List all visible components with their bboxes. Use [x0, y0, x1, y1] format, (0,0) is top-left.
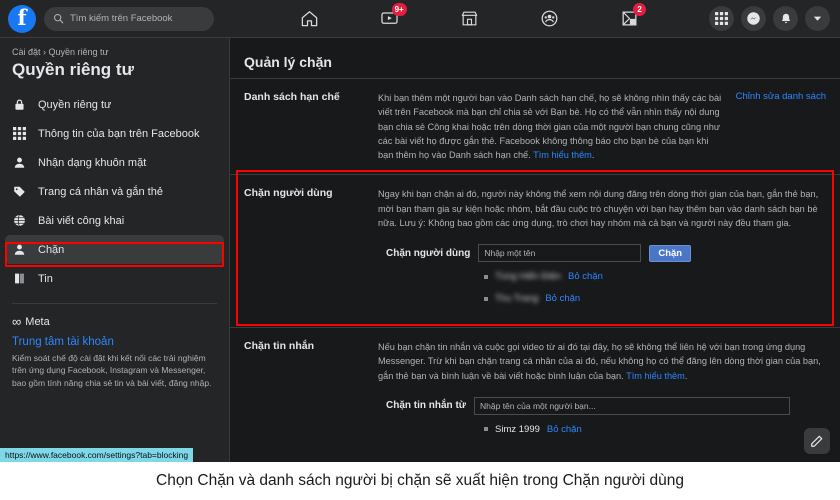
search-icon: [53, 13, 64, 24]
section-label: Danh sách hạn chế: [244, 91, 340, 103]
person-icon: [12, 155, 27, 170]
block-submit-button[interactable]: Chặn: [649, 244, 692, 262]
navbar-right-group: [709, 6, 840, 31]
meta-brand-label: Meta: [25, 315, 50, 328]
block-messages-form-label: Chặn tin nhắn từ: [386, 400, 467, 412]
account-center-description: Kiểm soát chế độ cài đặt khi kết nối các…: [12, 353, 212, 388]
edit-list-link[interactable]: Chỉnh sửa danh sách: [736, 91, 826, 162]
sidebar-item-privacy[interactable]: Quyền riêng tư: [0, 90, 229, 119]
settings-sidebar: Cài đặt › Quyền riêng tư Quyền riêng tư …: [0, 38, 230, 462]
account-center-link[interactable]: Trung tâm tài khoản: [0, 329, 229, 352]
section-description: Khi bạn thêm một người bạn vào Danh sách…: [378, 93, 722, 160]
section-body: Nếu bạn chặn tin nhắn và cuộc gọi video …: [378, 340, 826, 446]
blocked-user-name: Simz 1999: [495, 423, 540, 435]
bullet-icon: [484, 296, 488, 301]
facebook-top-navbar: f Tìm kiếm trên Facebook 9+ 2: [0, 0, 840, 38]
sidebar-item-profile-tagging[interactable]: Trang cá nhân và gắn thẻ: [0, 177, 229, 206]
bullet-icon: [484, 274, 488, 279]
meta-brand: ∞ Meta: [0, 314, 229, 329]
gaming-badge: 2: [633, 2, 647, 16]
browser-status-bar-url: https://www.facebook.com/settings?tab=bl…: [0, 448, 194, 462]
compose-icon[interactable]: [804, 428, 830, 454]
sidebar-item-label: Chặn: [38, 243, 65, 256]
globe-icon: [12, 213, 27, 228]
search-input[interactable]: Tìm kiếm trên Facebook: [44, 6, 214, 31]
sidebar-item-public-posts[interactable]: Bài viết công khai: [0, 206, 229, 235]
lock-icon: [12, 97, 27, 112]
sidebar-item-label: Tin: [38, 272, 53, 285]
sidebar-item-label: Thông tin của bạn trên Facebook: [38, 127, 200, 140]
section-block-users: Chặn người dùng Ngay khi bạn chặn ai đó,…: [230, 174, 840, 327]
unblock-link[interactable]: Bỏ chặn: [545, 293, 580, 304]
list-item: Tùng Hiển Điện Bỏ chặn: [484, 271, 826, 282]
sidebar-item-your-info[interactable]: Thông tin của bạn trên Facebook: [0, 119, 229, 148]
learn-more-link[interactable]: Tìm hiểu thêm: [533, 150, 592, 160]
section-header: Quản lý chặn: [244, 54, 332, 70]
unblock-link[interactable]: Bỏ chặn: [568, 271, 603, 282]
search-placeholder: Tìm kiếm trên Facebook: [70, 13, 173, 24]
block-user-input[interactable]: Nhập một tên: [478, 244, 642, 262]
home-icon[interactable]: [293, 5, 327, 33]
video-badge: 9+: [391, 2, 407, 16]
person-block-icon: [12, 242, 27, 257]
caption-text: Chọn Chặn và danh sách người bị chặn sẽ …: [0, 462, 840, 500]
list-item: Thu Trang Bỏ chặn: [484, 293, 826, 304]
sidebar-item-label: Bài viết công khai: [38, 214, 125, 227]
grid-dots-icon: [12, 126, 27, 141]
tag-icon: [12, 184, 27, 199]
sidebar-item-stories[interactable]: Tin: [0, 264, 229, 293]
account-chevron-icon[interactable]: [805, 6, 830, 31]
block-messages-form: Chặn tin nhắn từ Nhập tên của một người …: [378, 396, 826, 415]
learn-more-link[interactable]: Tìm hiểu thêm: [626, 371, 685, 381]
block-user-form-label: Chặn người dùng: [386, 247, 471, 259]
blocked-users-list: Tùng Hiển Điện Bỏ chặn Thu Trang Bỏ chặn: [378, 271, 826, 304]
marketplace-icon[interactable]: [452, 5, 486, 33]
video-icon[interactable]: 9+: [373, 2, 407, 33]
section-restricted-list: Danh sách hạn chế Khi bạn thêm một người…: [230, 78, 840, 174]
blocked-user-name: Tùng Hiển Điện: [495, 271, 562, 282]
section-label: Chặn tin nhắn: [244, 340, 314, 352]
blocking-settings-panel: Quản lý chặn Danh sách hạn chế Khi bạn t…: [230, 38, 840, 462]
notifications-bell-icon[interactable]: [773, 6, 798, 31]
sidebar-item-face-recognition[interactable]: Nhận dạng khuôn mặt: [0, 148, 229, 177]
book-icon: [12, 271, 27, 286]
section-description-text: Nếu bạn chặn tin nhắn và cuộc gọi video …: [378, 342, 821, 381]
page-title: Quyền riêng tư: [12, 60, 134, 79]
section-label: Chặn người dùng: [244, 187, 333, 200]
messenger-icon[interactable]: [741, 6, 766, 31]
breadcrumb: Cài đặt › Quyền riêng tư: [12, 47, 109, 57]
menu-grid-icon[interactable]: [709, 6, 734, 31]
facebook-logo-icon[interactable]: f: [8, 4, 36, 33]
list-item: Simz 1999 Bỏ chặn: [484, 424, 826, 435]
sidebar-item-label: Quyền riêng tư: [38, 98, 112, 111]
section-description: Ngay khi bạn chặn ai đó, người này không…: [378, 189, 819, 228]
sidebar-divider: [12, 303, 217, 304]
sidebar-item-label: Trang cá nhân và gắn thẻ: [38, 185, 163, 198]
meta-infinity-icon: ∞: [12, 314, 21, 329]
block-user-form: Chặn người dùng Nhập một tên Chặn: [378, 244, 826, 262]
unblock-link[interactable]: Bỏ chặn: [547, 424, 582, 435]
section-body: Khi bạn thêm một người bạn vào Danh sách…: [378, 91, 826, 162]
sidebar-item-label: Nhận dạng khuôn mặt: [38, 156, 147, 169]
bullet-icon: [484, 427, 488, 432]
navbar-tabs: 9+ 2: [230, 2, 709, 33]
navbar-left-group: f Tìm kiếm trên Facebook: [0, 4, 230, 33]
section-body: Ngay khi bạn chặn ai đó, người này không…: [378, 187, 826, 315]
section-block-messages: Chặn tin nhắn Nếu bạn chặn tin nhắn và c…: [230, 327, 840, 458]
section-description: Nếu bạn chặn tin nhắn và cuộc gọi video …: [378, 342, 821, 381]
gaming-icon[interactable]: 2: [612, 2, 647, 33]
blocked-user-name: Thu Trang: [495, 293, 539, 304]
groups-icon[interactable]: [532, 5, 566, 33]
block-messages-input[interactable]: Nhập tên của một người bạn...: [474, 396, 791, 415]
blocked-messages-list: Simz 1999 Bỏ chặn: [378, 424, 826, 435]
browser-screenshot: f Tìm kiếm trên Facebook 9+ 2 Cài đặt › …: [0, 0, 840, 462]
sidebar-item-blocking[interactable]: Chặn: [5, 235, 224, 264]
